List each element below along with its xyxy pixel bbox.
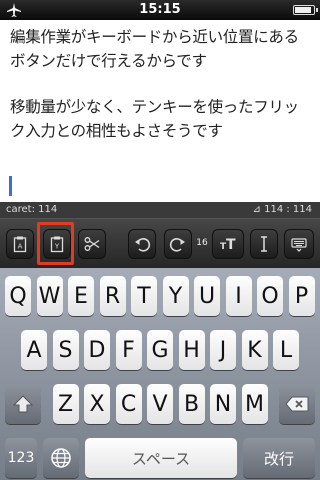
return-key[interactable]: 改行 bbox=[243, 438, 315, 478]
highlight-frame bbox=[37, 222, 74, 265]
shift-key[interactable] bbox=[5, 384, 41, 424]
paste-a-button[interactable]: A bbox=[6, 229, 34, 259]
key-y[interactable]: Y bbox=[162, 276, 189, 316]
key-z[interactable]: Z bbox=[52, 384, 79, 424]
backspace-icon bbox=[285, 396, 309, 412]
svg-text:A: A bbox=[18, 243, 23, 251]
font-size-icon: TT bbox=[220, 237, 236, 253]
paste-a-icon: A bbox=[13, 236, 27, 253]
font-size-button[interactable]: TT bbox=[212, 229, 244, 259]
undo-button[interactable] bbox=[128, 229, 156, 259]
hide-keyboard-button[interactable] bbox=[284, 229, 314, 259]
key-a[interactable]: A bbox=[21, 330, 47, 370]
key-f[interactable]: F bbox=[115, 330, 142, 370]
key-c[interactable]: C bbox=[115, 384, 142, 424]
key-s[interactable]: S bbox=[52, 330, 79, 370]
text-editor[interactable]: 編集作業がキーボードから近い位置にある ボタンだけで行えるからです 移動量が少な… bbox=[0, 20, 320, 202]
key-h[interactable]: H bbox=[178, 330, 205, 370]
keyboard: Q W E R T Y U I O P A S D F G H J K L Z … bbox=[0, 268, 320, 480]
font-size-value: 16 bbox=[196, 238, 208, 248]
status-bar: 15:15 bbox=[0, 0, 320, 20]
clock: 15:15 bbox=[139, 2, 181, 17]
globe-key[interactable] bbox=[43, 438, 79, 478]
key-p[interactable]: P bbox=[288, 276, 315, 316]
key-w[interactable]: W bbox=[36, 276, 63, 316]
battery-icon bbox=[293, 5, 318, 15]
numbers-key[interactable]: 123 bbox=[5, 438, 37, 478]
text-line-3: 移動量が少なく、テンキーを使ったフリッ bbox=[10, 98, 299, 116]
text-line-4: ク入力との相性もよさそうです bbox=[10, 122, 223, 140]
key-l[interactable]: L bbox=[273, 330, 299, 370]
space-key[interactable]: スペース bbox=[85, 438, 237, 478]
key-t[interactable]: T bbox=[131, 276, 157, 316]
key-d[interactable]: D bbox=[84, 330, 110, 370]
redo-button[interactable] bbox=[164, 229, 192, 259]
text-line-1: 編集作業がキーボードから近い位置にある bbox=[10, 28, 299, 46]
svg-text:T: T bbox=[226, 237, 236, 253]
key-j[interactable]: J bbox=[210, 330, 236, 370]
key-o[interactable]: O bbox=[257, 276, 283, 316]
key-k[interactable]: K bbox=[241, 330, 268, 370]
caret-position: caret: 114 bbox=[6, 204, 58, 215]
key-i[interactable]: I bbox=[225, 276, 252, 316]
text-line-2: ボタンだけで行えるからです bbox=[10, 52, 207, 70]
key-u[interactable]: U bbox=[194, 276, 220, 316]
key-v[interactable]: V bbox=[147, 384, 173, 424]
caret-info-bar: caret: 114 ⊿ 114 : 114 bbox=[0, 202, 320, 218]
key-q[interactable]: Q bbox=[5, 276, 31, 316]
backspace-key[interactable] bbox=[279, 384, 315, 424]
text-caret bbox=[9, 176, 12, 196]
key-x[interactable]: X bbox=[84, 384, 110, 424]
redo-icon bbox=[169, 238, 185, 252]
key-b[interactable]: B bbox=[178, 384, 205, 424]
shift-icon bbox=[13, 395, 33, 413]
key-e[interactable]: E bbox=[68, 276, 94, 316]
scissors-icon bbox=[84, 237, 100, 251]
key-g[interactable]: G bbox=[147, 330, 173, 370]
globe-icon bbox=[51, 448, 71, 468]
keyboard-hide-icon bbox=[291, 238, 307, 252]
text-cursor-button[interactable] bbox=[250, 229, 278, 259]
key-r[interactable]: R bbox=[99, 276, 126, 316]
selection-range: ⊿ 114 : 114 bbox=[252, 204, 312, 215]
key-n[interactable]: N bbox=[210, 384, 236, 424]
cut-button[interactable] bbox=[78, 229, 106, 259]
text-cursor-icon bbox=[261, 236, 267, 252]
undo-icon bbox=[135, 238, 151, 252]
key-m[interactable]: M bbox=[241, 384, 268, 424]
